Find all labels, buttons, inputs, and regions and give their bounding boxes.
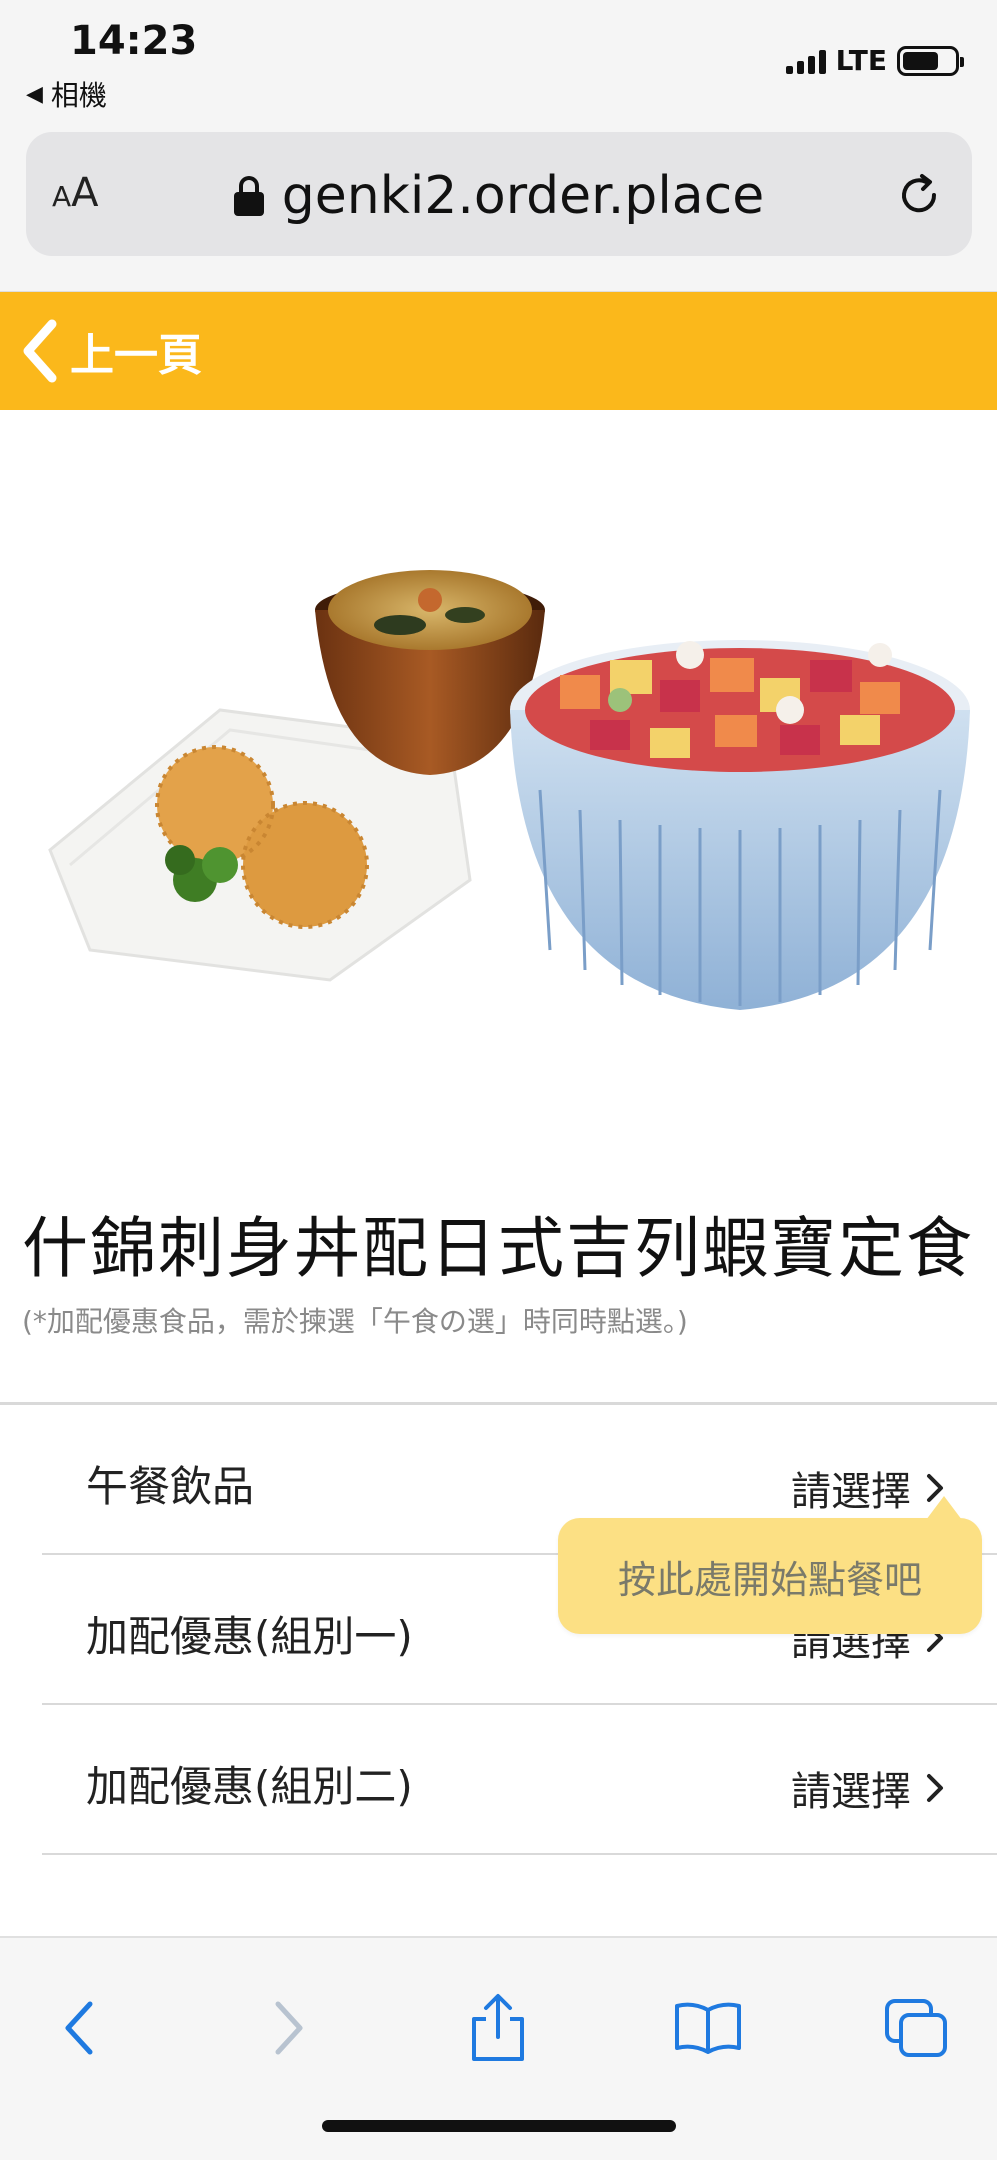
url-text: genki2.order.place: [281, 166, 765, 226]
back-label: 上一頁: [70, 330, 202, 381]
option-label: 加配優惠(組別二): [86, 1762, 413, 1811]
back-button[interactable]: 上一頁: [20, 318, 202, 384]
product-title: 什錦刺身丼配日式吉列蝦寶定食: [22, 1210, 974, 1287]
address-bar[interactable]: AA genki2.order.place: [26, 132, 972, 256]
browser-address-area: AA genki2.order.place: [0, 120, 997, 292]
back-triangle-icon: ◀: [26, 81, 43, 107]
status-bar: 14:23 ◀ 相機 LTE: [0, 0, 997, 120]
lock-icon: [233, 176, 264, 216]
status-time: 14:23: [70, 18, 198, 64]
order-hint-tooltip[interactable]: 按此處開始點餐吧: [558, 1496, 982, 1634]
back-to-app-link[interactable]: ◀ 相機: [26, 74, 107, 114]
option-select[interactable]: 請選擇: [791, 1759, 945, 1817]
chevron-left-icon: [23, 319, 57, 383]
back-app-label: 相機: [50, 79, 107, 112]
home-indicator[interactable]: [322, 2120, 676, 2132]
forward-arrow-icon[interactable]: [248, 1988, 328, 2068]
reload-icon[interactable]: [896, 172, 942, 218]
network-label: LTE: [835, 44, 887, 77]
signal-icon: [785, 48, 826, 74]
url-display[interactable]: genki2.order.place: [26, 166, 972, 226]
product-image: [0, 410, 997, 1170]
bookmarks-icon[interactable]: [668, 1988, 748, 2068]
option-select[interactable]: 請選擇: [791, 1459, 945, 1517]
option-select-label: 請選擇: [791, 1469, 911, 1515]
option-row-addon-2[interactable]: 加配優惠(組別二) 請選擇: [42, 1705, 997, 1855]
status-indicators: LTE: [785, 44, 964, 77]
option-label: 午餐飲品: [86, 1462, 255, 1511]
back-arrow-icon[interactable]: [40, 1988, 120, 2068]
page-header: 上一頁: [0, 292, 997, 410]
option-label: 加配優惠(組別一): [86, 1612, 413, 1661]
product-note: (*加配優惠食品，需於揀選「午食の選」時同時點選。): [22, 1305, 688, 1338]
battery-icon: [897, 45, 964, 76]
chevron-right-icon: [927, 1774, 943, 1802]
tabs-icon[interactable]: [876, 1988, 956, 2068]
option-select-label: 請選擇: [791, 1769, 911, 1815]
share-icon[interactable]: [458, 1988, 538, 2068]
